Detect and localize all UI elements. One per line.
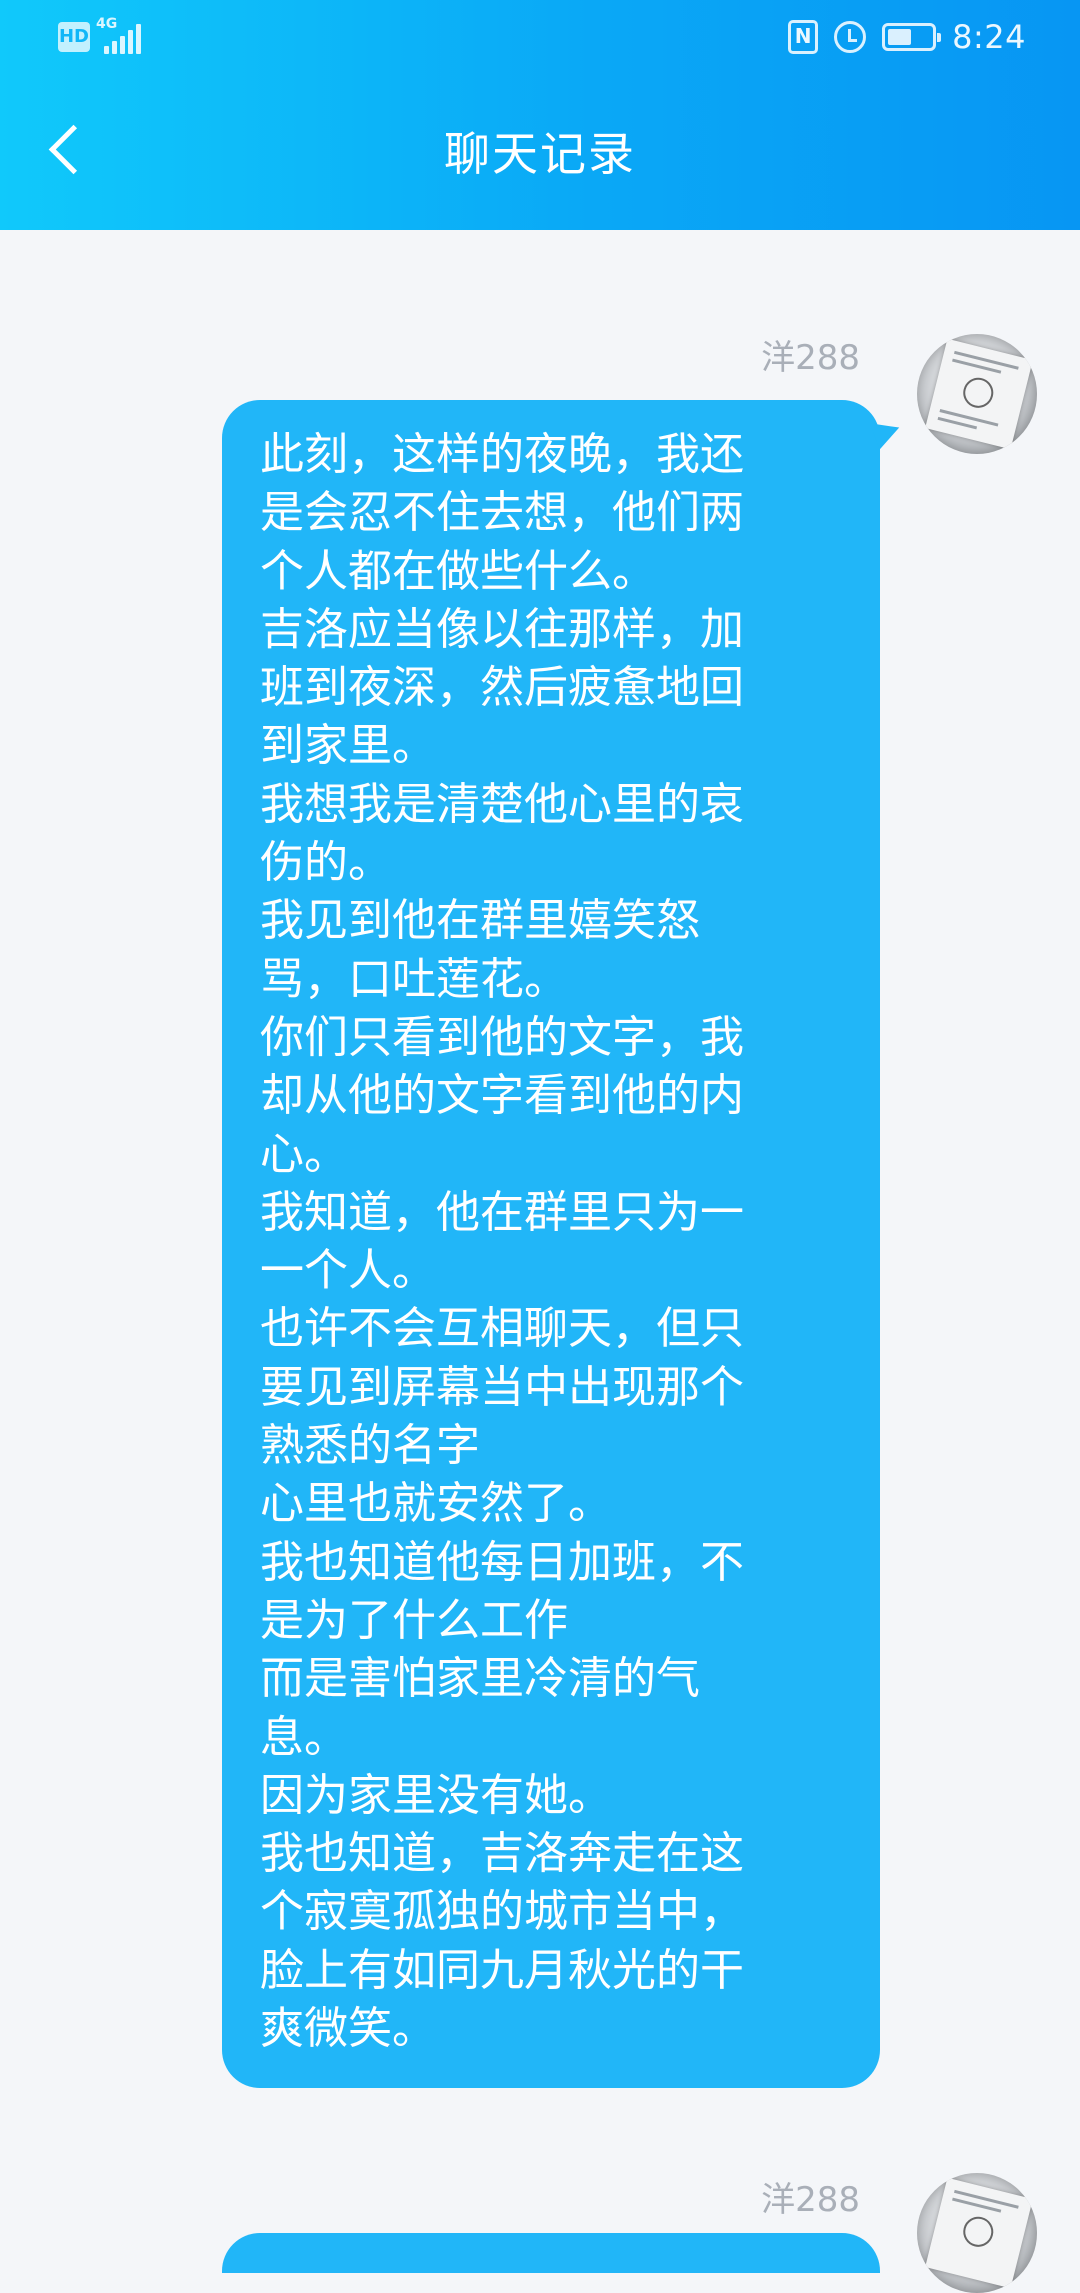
status-time: 8:24 <box>952 18 1026 56</box>
message-line: 心。 <box>260 1128 348 1180</box>
network-type-label: 4G <box>96 16 118 32</box>
message-line: 是为了什么工作 <box>260 1594 568 1646</box>
un-emblem-icon <box>960 374 997 411</box>
alarm-icon <box>834 21 867 53</box>
avatar-image <box>925 338 1033 450</box>
message-line: 却从他的文字看到他的内 <box>260 1070 744 1122</box>
message-line: 吉洛应当像以往那样，加 <box>260 603 744 655</box>
message-line: 伤的。 <box>260 837 392 889</box>
message-line: 到家里。 <box>260 720 436 772</box>
nfc-icon: N <box>788 20 819 54</box>
message-line: 因为家里没有她。 <box>260 1769 612 1821</box>
message-line: 要见到屏幕当中出现那个 <box>260 1361 744 1413</box>
message-line: 也许不会互相聊天，但只 <box>260 1303 744 1355</box>
status-bar: HD 4G N 8:24 <box>0 0 1080 80</box>
message-line: 骂，口吐莲花。 <box>260 953 568 1005</box>
app-header: HD 4G N 8:24 聊天记录 <box>0 0 1080 230</box>
message-line: 我也知道他每日加班，不 <box>260 1536 744 1588</box>
message-line: 此刻，这样的夜晚，我还 <box>260 429 744 480</box>
message-line: 我也知道，吉洛奔走在这 <box>260 1828 744 1880</box>
sender-avatar[interactable] <box>917 2173 1037 2293</box>
battery-level <box>888 29 912 45</box>
un-emblem-icon <box>960 2213 997 2250</box>
message-line: 你们只看到他的文字，我 <box>260 1011 744 1063</box>
status-left: HD 4G <box>58 16 141 54</box>
message-line: 一个人。 <box>260 1245 436 1297</box>
sender-avatar[interactable] <box>917 334 1037 454</box>
message-line: 是会忍不住去想，他们两 <box>260 487 744 539</box>
hd-icon: HD <box>58 22 90 52</box>
message-line: 而是害怕家里冷清的气 <box>260 1653 700 1705</box>
message-line: 我见到他在群里嬉笑怒 <box>260 895 700 947</box>
message-line: 个人都在做些什么。 <box>260 545 656 597</box>
message-line: 心里也就安然了。 <box>260 1478 612 1530</box>
page-title: 聊天记录 <box>444 127 636 181</box>
signal-icon: 4G <box>96 16 141 54</box>
chat-history[interactable]: 洋288 此刻，这样的夜晚，我还 是会忍不住去想，他们两 个人都在做些什么。吉洛应当… <box>0 230 1080 2293</box>
message-sender-name: 洋288 <box>761 2180 860 2220</box>
message-line: 我知道，他在群里只为一 <box>260 1186 744 1238</box>
message-sender-name: 洋288 <box>761 338 860 378</box>
message-line: 个寂寞孤独的城市当中， <box>260 1886 744 1938</box>
message-line: 熟悉的名字 <box>260 1420 480 1472</box>
message-line: 我想我是清楚他心里的哀 <box>260 778 744 830</box>
message-bubble[interactable]: 此刻，这样的夜晚，我还 是会忍不住去想，他们两 个人都在做些什么。吉洛应当像以往那样… <box>222 400 880 2089</box>
status-right: N 8:24 <box>788 18 1026 56</box>
message-line: 息。 <box>260 1711 348 1763</box>
battery-icon <box>882 23 942 51</box>
message-text: 此刻，这样的夜晚，我还 是会忍不住去想，他们两 个人都在做些什么。吉洛应当像以往那样… <box>260 426 852 2058</box>
message-bubble-partial[interactable] <box>222 2233 880 2273</box>
message-line: 脸上有如同九月秋光的干 <box>260 1944 744 1996</box>
avatar-image <box>925 2177 1033 2289</box>
message-line: 班到夜深，然后疲惫地回 <box>260 662 744 714</box>
message-line: 爽微笑。 <box>260 2003 436 2055</box>
